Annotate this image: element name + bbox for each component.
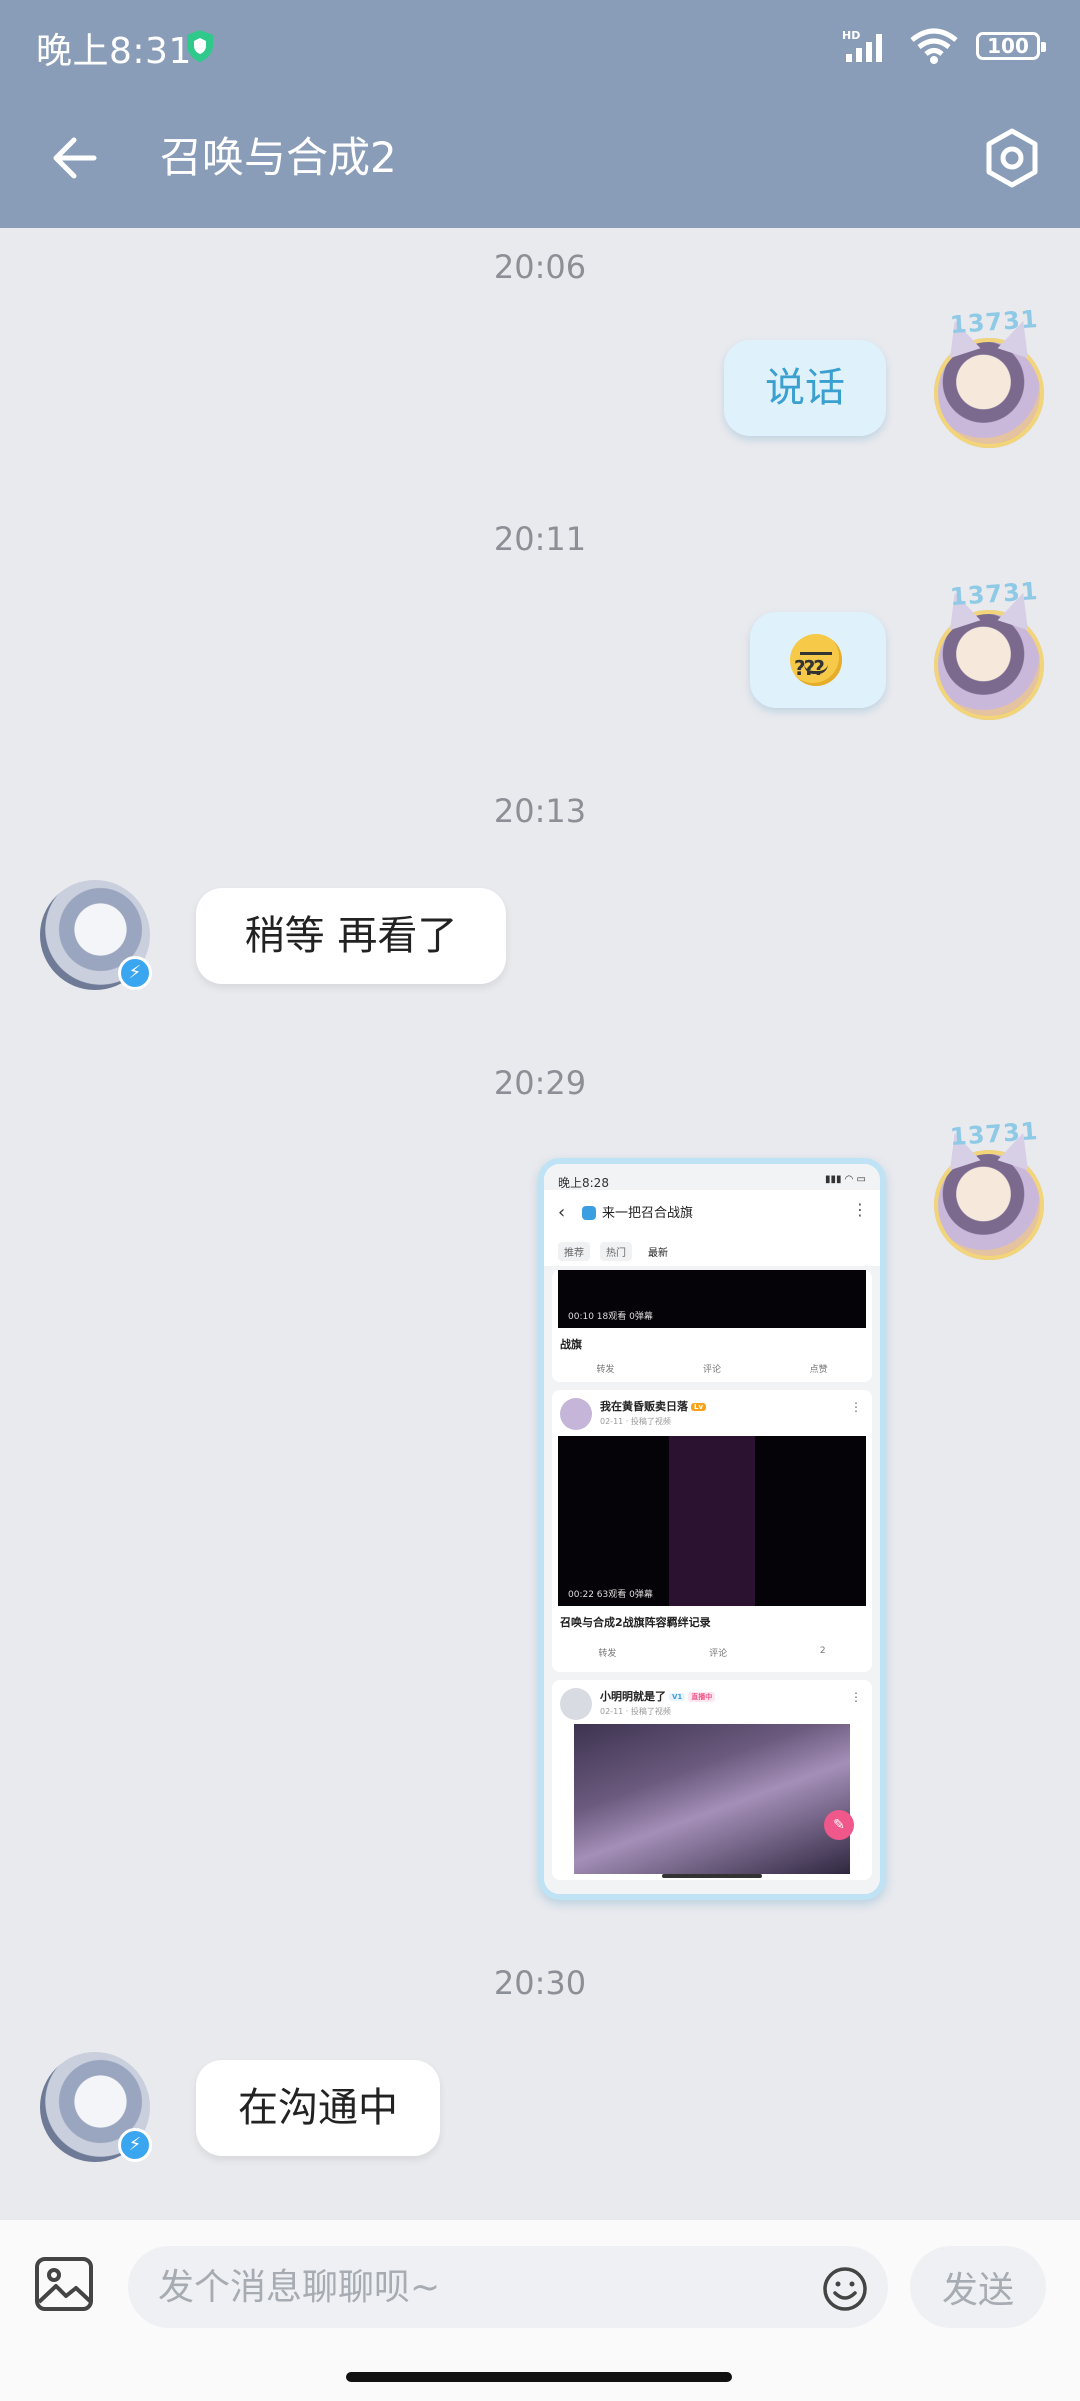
screenshot-post-sub: 02-11 · 投稿了视频 [600, 1707, 671, 1716]
screenshot-post: 00:10 18观看 0弹幕 战旗 转发 评论 点赞 [552, 1270, 872, 1382]
screenshot-video: 00:22 63观看 0弹幕 [558, 1436, 866, 1606]
screenshot-tabs: 推荐 热门 最新 [558, 1242, 674, 1261]
confused-question-emoji-icon: ??? [790, 634, 842, 686]
message-input[interactable] [128, 2246, 888, 2328]
message-bubble-theirs[interactable]: 在沟通中 [196, 2060, 440, 2156]
share-label: 转发 [598, 1649, 617, 1659]
screenshot-caption: 战旗 [560, 1338, 582, 1351]
screenshot-game-image [574, 1724, 850, 1874]
screenshot-tab: 推荐 [558, 1242, 590, 1261]
screenshot-tab: 热门 [600, 1242, 632, 1261]
battery-icon: 100 [976, 32, 1046, 60]
screenshot-post-sub: 02-11 · 投稿了视频 [600, 1417, 671, 1426]
image-message-screenshot[interactable]: 晚上8:28 ▮▮▮ ◠ ▭ ‹ 来一把召合战旗 ⋮ 推荐 热门 最新 00:1… [538, 1158, 886, 1900]
wifi-icon [910, 28, 958, 64]
message-timestamp: 20:29 [493, 1064, 587, 1102]
status-time: 晚上8:31 [36, 31, 192, 72]
share-label: 转发 [596, 1365, 615, 1375]
settings-hexagon-icon[interactable] [980, 126, 1044, 190]
screenshot-username: 我在黄昏贩卖日落 Lv [600, 1398, 707, 1414]
verified-lightning-icon: ⚡ [118, 956, 152, 990]
like-count: 2 [819, 1646, 826, 1656]
back-arrow-icon[interactable] [46, 128, 106, 188]
screenshot-more-icon: ⋮ [850, 1690, 862, 1704]
comment-label: 评论 [709, 1649, 728, 1659]
screenshot-video: 00:10 18观看 0弹幕 [558, 1270, 866, 1328]
home-indicator [346, 2372, 732, 2382]
screenshot-user-avatar [560, 1398, 592, 1430]
message-timestamp: 20:13 [493, 792, 587, 830]
top-bar: 晚上8:31 HD 100 召唤与合成2 [0, 0, 1080, 228]
status-icons: HD 100 [842, 26, 1046, 66]
message-timestamp: 20:11 [493, 520, 587, 558]
screenshot-post: 我在黄昏贩卖日落 Lv 02-11 · 投稿了视频 ⋮ 00:22 63观看 0弹… [552, 1390, 872, 1672]
screenshot-group-icon [582, 1206, 596, 1220]
screenshot-back-icon: ‹ [558, 1202, 566, 1223]
verified-lightning-icon: ⚡ [118, 2128, 152, 2162]
screenshot-user-avatar [560, 1688, 592, 1720]
input-bar: 发送 [0, 2220, 1080, 2401]
screenshot-actions: 转发 评论 2 [552, 1646, 872, 1659]
message-timestamp: 20:30 [493, 1964, 587, 2002]
comment-label: 评论 [702, 1365, 721, 1375]
screenshot-post: 小明明就是了 V1 直播中 02-11 · 投稿了视频 ⋮ ✎ [552, 1680, 872, 1880]
message-timestamp: 20:06 [493, 248, 587, 286]
screenshot-status-time: 晚上8:28 [558, 1176, 609, 1190]
image-picker-icon[interactable] [34, 2256, 94, 2312]
screenshot-username: 小明明就是了 V1 直播中 [600, 1688, 716, 1704]
chat-header: 召唤与合成2 [0, 92, 1080, 228]
screenshot-status-icons: ▮▮▮ ◠ ▭ [824, 1174, 866, 1185]
contact-avatar[interactable]: ⚡ [40, 2052, 152, 2162]
chat-title: 召唤与合成2 [160, 133, 397, 182]
screenshot-header: ‹ 来一把召合战旗 ⋮ 推荐 热门 最新 [544, 1190, 880, 1266]
screenshot-video-meta: 00:22 63观看 0弹幕 [568, 1590, 653, 1600]
contact-avatar[interactable]: ⚡ [40, 880, 152, 990]
screenshot-more-icon: ⋮ [852, 1200, 868, 1219]
my-avatar[interactable]: 13731 [934, 1117, 1044, 1260]
screenshot-group-name: 来一把召合战旗 [602, 1206, 694, 1221]
send-button[interactable]: 发送 [910, 2246, 1046, 2328]
message-bubble-mine[interactable]: 说话 [724, 340, 886, 436]
screenshot-content: 晚上8:28 ▮▮▮ ◠ ▭ ‹ 来一把召合战旗 ⋮ 推荐 热门 最新 00:1… [544, 1164, 880, 1894]
screenshot-actions: 转发 评论 点赞 [552, 1362, 872, 1375]
my-avatar[interactable]: 13731 [934, 305, 1044, 448]
screenshot-edit-fab-icon: ✎ [824, 1810, 854, 1840]
screenshot-home-indicator [662, 1874, 762, 1878]
my-avatar[interactable]: 13731 [934, 577, 1044, 720]
svg-text:HD: HD [842, 29, 860, 42]
emoji-message-bubble[interactable]: ??? [750, 612, 886, 708]
screenshot-tab: 最新 [648, 1248, 668, 1259]
status-bar: 晚上8:31 HD 100 [0, 0, 1080, 92]
screenshot-caption: 召唤与合成2战旗阵容羁绊记录 [560, 1616, 711, 1629]
emoji-smiley-icon[interactable] [822, 2266, 868, 2312]
screenshot-video-meta: 00:10 18观看 0弹幕 [568, 1312, 653, 1322]
signal-icon: HD [842, 29, 882, 62]
message-bubble-theirs[interactable]: 稍等 再看了 [196, 888, 506, 984]
like-label: 点赞 [809, 1365, 828, 1375]
screenshot-more-icon: ⋮ [850, 1400, 862, 1414]
shield-icon [187, 30, 213, 62]
